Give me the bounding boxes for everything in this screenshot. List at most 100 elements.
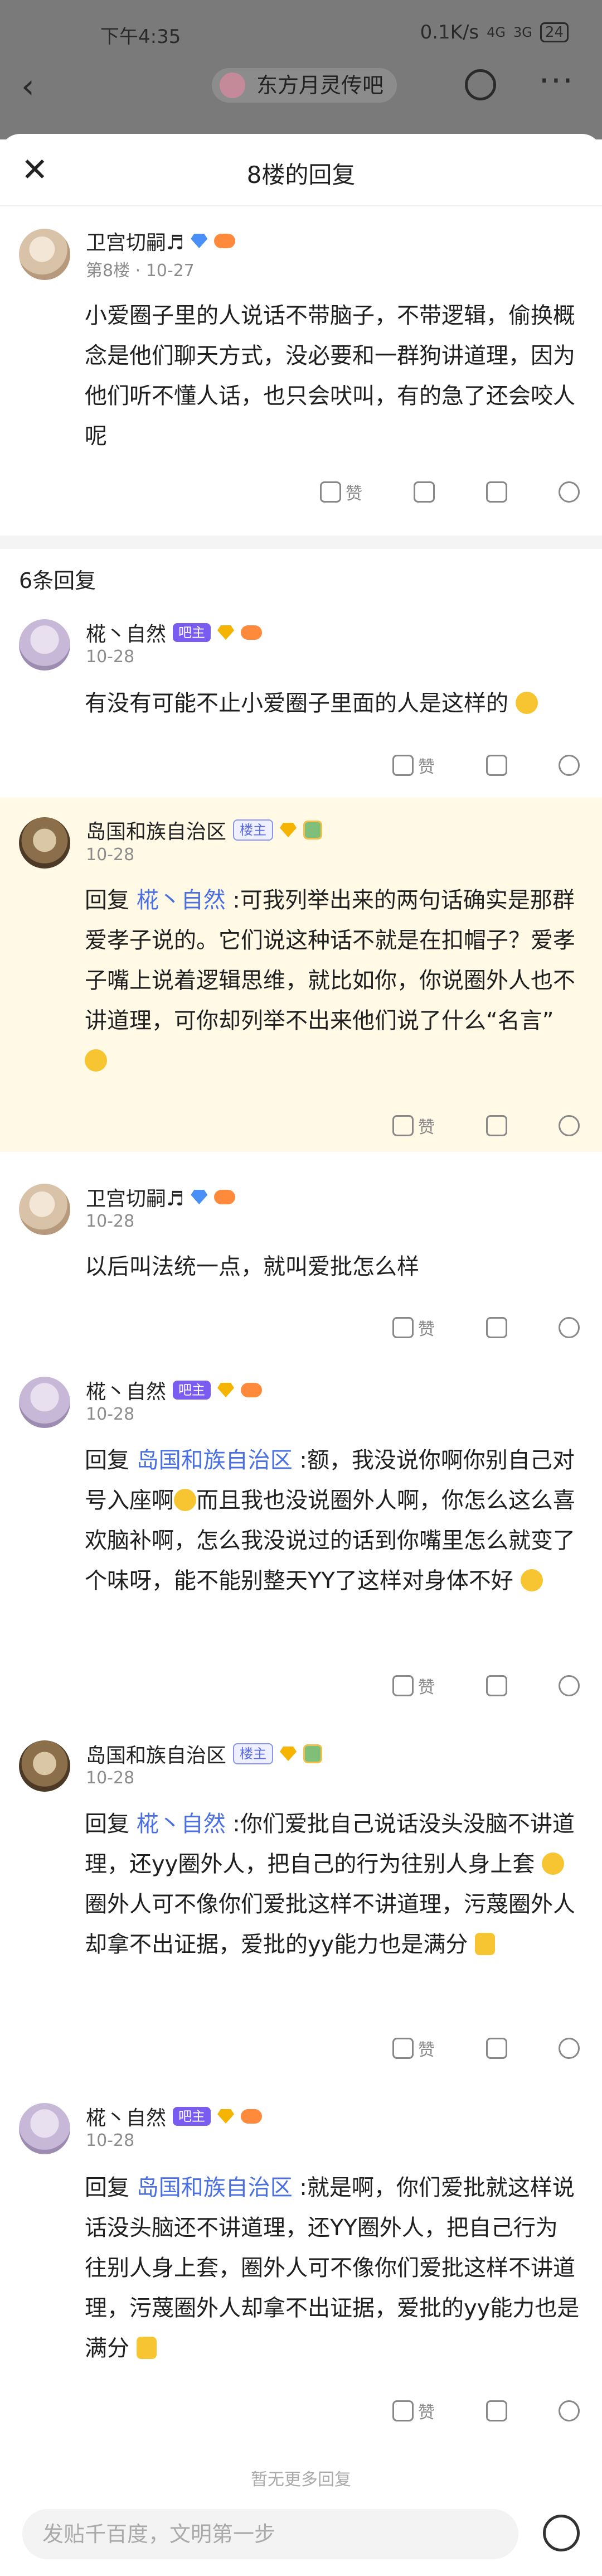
- no-more-replies: 暂无更多回复: [251, 2470, 351, 2490]
- reply-actions: 赞: [362, 2036, 580, 2061]
- username[interactable]: 椛丶自然: [86, 2102, 166, 2131]
- avatar[interactable]: [19, 1740, 70, 1792]
- forum-name: 东方月灵传吧: [256, 73, 384, 98]
- comment-button[interactable]: [507, 1113, 580, 1138]
- bottom-input-bar: 发贴千百度，文明第一步: [0, 2492, 602, 2576]
- comment-button[interactable]: [507, 753, 580, 778]
- emoji-picker-icon[interactable]: [543, 2515, 580, 2551]
- gem-icon: [217, 2109, 235, 2124]
- reply-to-link[interactable]: 岛国和族自治区: [137, 1448, 293, 1473]
- comment-button[interactable]: [507, 2399, 580, 2423]
- avatar[interactable]: [19, 229, 70, 280]
- edit-icon[interactable]: [465, 69, 496, 100]
- username[interactable]: 岛国和族自治区: [86, 1739, 226, 1768]
- top-navigation: ‹ 东方月灵传吧 ···: [0, 61, 602, 112]
- dislike-button[interactable]: [435, 1315, 507, 1340]
- game-icon: [214, 1190, 236, 1204]
- reply-to-link[interactable]: 椛丶自然: [137, 887, 226, 913]
- dislike-button[interactable]: [435, 753, 507, 778]
- reply-username-row: 卫宫切嗣♬: [86, 1183, 236, 1212]
- reply-text: 有没有可能不止小爱圈子里面的人是这样的: [85, 683, 580, 723]
- username[interactable]: 岛国和族自治区: [86, 816, 226, 845]
- reply-actions: 赞: [362, 1113, 580, 1138]
- forum-avatar: [220, 73, 245, 98]
- reply-input[interactable]: 发贴千百度，文明第一步: [22, 2509, 518, 2559]
- post-date: 10-27: [145, 261, 195, 281]
- reply-text: 回复 椛丶自然 :你们爱批自己说话没头没脑不讲道理，还yy圈外人，把自己的行为往…: [85, 1804, 580, 1965]
- thumb-down-icon: [414, 481, 435, 503]
- avatar[interactable]: [19, 2103, 70, 2154]
- more-icon[interactable]: ···: [539, 61, 574, 100]
- status-bar: 下午4:35 0.1K/s 4G 3G 24: [0, 0, 602, 67]
- comment-button[interactable]: [435, 480, 507, 504]
- reply-to-link[interactable]: 岛国和族自治区: [137, 2175, 293, 2201]
- dislike-button[interactable]: [362, 480, 435, 504]
- reply-text: 回复 椛丶自然 :可我列举出来的两句话确实是那群爱孝子说的。它们说这种话不就是在…: [85, 880, 580, 1081]
- reply-prefix: 回复: [85, 1448, 129, 1473]
- comment-button[interactable]: [507, 1315, 580, 1340]
- comment-icon: [559, 2038, 580, 2059]
- avatar[interactable]: [19, 619, 70, 670]
- avatar[interactable]: [19, 1377, 70, 1428]
- comment-icon: [559, 1115, 580, 1136]
- comment-button[interactable]: [507, 2036, 580, 2061]
- thumb-up-icon: [392, 1317, 414, 1338]
- dislike-button[interactable]: [435, 1113, 507, 1138]
- username[interactable]: 卫宫切嗣♬: [86, 1183, 184, 1212]
- comment-button[interactable]: [507, 1673, 580, 1698]
- share-button[interactable]: [507, 480, 580, 504]
- reply-sheet: ✕ 8楼的回复 卫宫切嗣♬ 第8楼 · 10-27 小爱圈子里的人说话不带脑子，…: [0, 134, 602, 2576]
- back-arrow-icon[interactable]: ‹: [21, 67, 35, 106]
- bar-owner-badge: 吧主: [173, 1381, 211, 1400]
- dislike-button[interactable]: [435, 2036, 507, 2061]
- like-button[interactable]: 赞: [362, 1673, 435, 1698]
- username[interactable]: 卫宫切嗣♬: [86, 226, 184, 255]
- like-button[interactable]: 赞: [362, 2036, 435, 2061]
- comment-icon: [559, 1675, 580, 1696]
- status-indicators: 0.1K/s 4G 3G 24: [420, 21, 569, 44]
- gem-icon: [191, 1190, 208, 1204]
- level-icon: [303, 821, 323, 840]
- username[interactable]: 椛丶自然: [86, 1376, 166, 1405]
- reply-prefix: 回复: [85, 1811, 129, 1837]
- thinking-emoji-icon: [520, 1569, 543, 1591]
- thread-host-badge: 楼主: [233, 819, 274, 841]
- reply-username-row: 椛丶自然 吧主: [86, 618, 263, 647]
- post-meta: 第8楼 · 10-27: [86, 261, 195, 281]
- floor-number: 第8楼: [86, 261, 130, 281]
- like-label: 赞: [346, 484, 362, 504]
- like-button[interactable]: 赞: [362, 1315, 435, 1340]
- signal-3g: 3G: [513, 25, 532, 40]
- like-button[interactable]: 赞: [290, 480, 362, 504]
- game-icon: [241, 625, 263, 640]
- thumbs-up-emoji-icon: [475, 1933, 496, 1955]
- like-button[interactable]: 赞: [362, 2399, 435, 2423]
- thumb-down-icon: [486, 2038, 507, 2059]
- reply-actions: 赞: [362, 2399, 580, 2423]
- comment-icon: [559, 2400, 580, 2421]
- signal-4g: 4G: [487, 25, 506, 40]
- like-button[interactable]: 赞: [362, 1113, 435, 1138]
- thumb-down-icon: [486, 1317, 507, 1338]
- forum-name-pill[interactable]: 东方月灵传吧: [212, 68, 397, 103]
- username[interactable]: 椛丶自然: [86, 618, 166, 647]
- dislike-button[interactable]: [435, 2399, 507, 2423]
- reply-count: 6条回复: [19, 568, 96, 593]
- reply-username-row: 椛丶自然 吧主: [86, 1376, 263, 1405]
- reply-date: 10-28: [86, 845, 135, 865]
- like-label: 赞: [418, 1118, 435, 1137]
- game-icon: [241, 2109, 263, 2124]
- sheet-title: 8楼的回复: [246, 161, 356, 189]
- avatar[interactable]: [19, 817, 70, 869]
- bar-owner-badge: 吧主: [173, 623, 211, 642]
- reply-to-link[interactable]: 椛丶自然: [137, 1811, 226, 1837]
- dislike-button[interactable]: [435, 1673, 507, 1698]
- sheet-header: ✕ 8楼的回复: [0, 134, 602, 206]
- like-label: 赞: [418, 1320, 435, 1339]
- avatar[interactable]: [19, 1184, 70, 1235]
- like-label: 赞: [418, 2403, 435, 2423]
- gem-icon: [217, 1383, 235, 1397]
- reply-date: 10-28: [86, 1405, 135, 1424]
- thumb-up-icon: [392, 2400, 414, 2421]
- like-button[interactable]: 赞: [362, 753, 435, 778]
